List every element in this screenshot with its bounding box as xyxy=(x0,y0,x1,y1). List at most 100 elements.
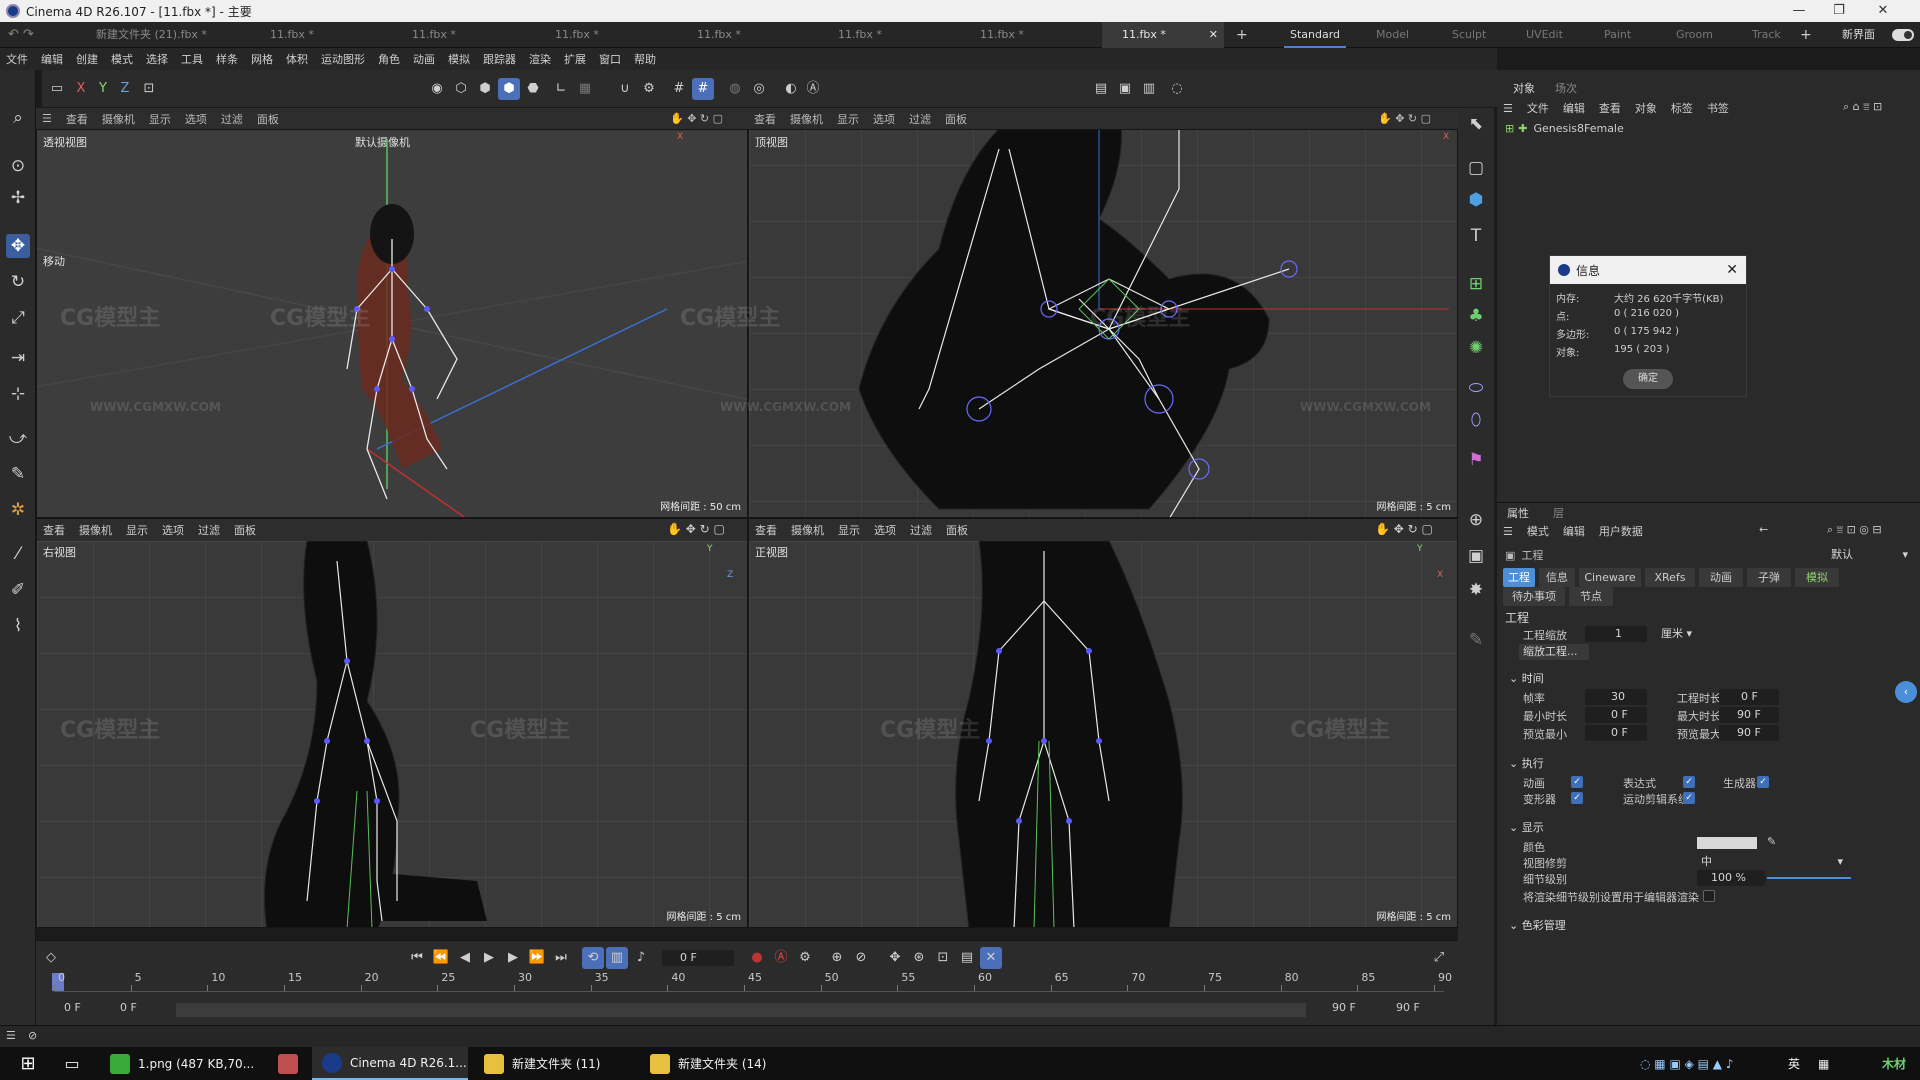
motion-system-checkbox[interactable]: ✓ xyxy=(1683,792,1695,804)
tab-bullet[interactable]: 子弹 xyxy=(1747,568,1791,587)
edges-mode-icon[interactable]: ⬡ xyxy=(450,78,472,100)
section-time[interactable]: ⌄ 时间 xyxy=(1509,670,1544,686)
tab-cineware[interactable]: Cineware xyxy=(1579,568,1641,587)
file-tab[interactable]: 11.fbx * xyxy=(838,22,882,48)
duration-input[interactable]: 0 F xyxy=(1719,689,1779,705)
options-menu[interactable]: 选项 xyxy=(162,522,184,538)
menu-icon[interactable]: ☰ xyxy=(42,112,52,125)
expressions-checkbox[interactable]: ✓ xyxy=(1683,776,1695,788)
menu-file[interactable]: 文件 xyxy=(6,51,28,67)
objects-menu-tags[interactable]: 标签 xyxy=(1671,100,1693,116)
view-menu[interactable]: 查看 xyxy=(66,111,88,127)
effector-icon[interactable]: ✺ xyxy=(1464,336,1488,360)
display-menu[interactable]: 显示 xyxy=(149,111,171,127)
menu-character[interactable]: 角色 xyxy=(378,51,400,67)
layout-tab-model[interactable]: Model xyxy=(1376,22,1409,48)
menu-animate[interactable]: 动画 xyxy=(413,51,435,67)
camera-menu[interactable]: 摄像机 xyxy=(79,522,112,538)
key-param-icon[interactable]: ⊡ xyxy=(932,947,954,969)
selection-tool-icon[interactable]: ⊙ xyxy=(6,154,30,178)
attr-menu-edit[interactable]: 编辑 xyxy=(1563,523,1585,539)
tab-info[interactable]: 信息 xyxy=(1539,568,1575,587)
menu-simulate[interactable]: 模拟 xyxy=(448,51,470,67)
menu-help[interactable]: 帮助 xyxy=(634,51,656,67)
options-menu[interactable]: 选项 xyxy=(874,522,896,538)
menu-volume[interactable]: 体积 xyxy=(286,51,308,67)
layout-toggle[interactable] xyxy=(1892,29,1914,41)
menu-tracker[interactable]: 跟踪器 xyxy=(483,51,516,67)
light-icon[interactable]: ✸ xyxy=(1464,578,1488,602)
options-menu[interactable]: 选项 xyxy=(873,111,895,127)
color-swatch[interactable] xyxy=(1697,837,1757,849)
scale-unit-dropdown[interactable]: 厘米 ▾ xyxy=(1657,626,1705,642)
layout-tab-track[interactable]: Track xyxy=(1752,22,1781,48)
minimize-button[interactable]: — xyxy=(1782,0,1816,22)
coordinate-system-icon[interactable]: ⊡ xyxy=(138,78,160,100)
collapse-panel-button[interactable]: ‹ xyxy=(1895,681,1917,703)
object-row[interactable]: ⊞ ✚ Genesis8Female xyxy=(1505,122,1624,135)
project-scale-input[interactable]: 1 xyxy=(1585,626,1647,642)
viewport-nav-icons[interactable]: ✋ ✥ ↻ ▢ xyxy=(1378,112,1431,125)
preview-max-input[interactable]: 90 F xyxy=(1719,725,1779,741)
max-time-input[interactable]: 90 F xyxy=(1719,707,1779,723)
menu-render[interactable]: 渲染 xyxy=(529,51,551,67)
scene-icon[interactable]: ⊕ xyxy=(1464,508,1488,532)
display-menu[interactable]: 显示 xyxy=(838,522,860,538)
layout-tab-groom[interactable]: Groom xyxy=(1676,22,1713,48)
tag-icon[interactable]: ⚑ xyxy=(1464,448,1488,472)
knife-tool-icon[interactable]: ✐ xyxy=(6,578,30,602)
ime-indicator[interactable]: 英 xyxy=(1788,1047,1800,1080)
viewport-perspective[interactable]: 透视视图 默认摄像机 移动 ZXY 网格间距 : 50 cm xyxy=(36,108,748,518)
add-layout-icon[interactable]: + xyxy=(1800,22,1812,48)
generators-checkbox[interactable]: ✓ xyxy=(1757,776,1769,788)
file-tab[interactable]: 11.fbx * xyxy=(555,22,599,48)
filter-menu[interactable]: 过滤 xyxy=(909,111,931,127)
preview-min-input[interactable]: 0 F xyxy=(1585,725,1647,741)
menu-edit[interactable]: 编辑 xyxy=(41,51,63,67)
rotate-tool-icon[interactable]: ↻ xyxy=(6,270,30,294)
range-icon[interactable]: ▥ xyxy=(606,947,628,969)
objects-menu-view[interactable]: 查看 xyxy=(1599,100,1621,116)
undo-icon[interactable]: ↶ ↷ xyxy=(8,22,34,48)
section-display[interactable]: ⌄ 显示 xyxy=(1509,819,1544,835)
range-slider[interactable] xyxy=(176,1003,1306,1017)
animation-checkbox[interactable]: ✓ xyxy=(1571,776,1583,788)
transfer-tool-icon[interactable]: ⇥ xyxy=(6,346,30,370)
objects-menu-edit[interactable]: 编辑 xyxy=(1563,100,1585,116)
maximize-button[interactable]: ❐ xyxy=(1822,0,1856,22)
viewport-top[interactable]: 顶视图 ZX 网格间距 : 5 cm xyxy=(748,108,1458,518)
file-tab[interactable]: 11.fbx * xyxy=(980,22,1024,48)
cube-primitive-icon[interactable]: ▢ xyxy=(1464,156,1488,180)
menu-extensions[interactable]: 扩展 xyxy=(564,51,586,67)
next-frame-icon[interactable]: ▶ xyxy=(502,947,524,969)
prev-key-icon[interactable]: ⏪ xyxy=(430,947,452,969)
options-menu[interactable]: 选项 xyxy=(185,111,207,127)
camera-menu[interactable]: 摄像机 xyxy=(791,522,824,538)
viewport-right[interactable]: 查看 摄像机 显示 选项 过滤 面板 ✋ ✥ ↻ ▢ 右视图 YZ 网格间距 :… xyxy=(36,518,748,928)
layout-tab-paint[interactable]: Paint xyxy=(1604,22,1631,48)
y-axis-button[interactable]: Y xyxy=(92,78,114,100)
section-execute[interactable]: ⌄ 执行 xyxy=(1509,755,1544,771)
panel-menu[interactable]: 面板 xyxy=(234,522,256,538)
objects-menu-bookmarks[interactable]: 书签 xyxy=(1707,100,1729,116)
tab-xrefs[interactable]: XRefs xyxy=(1645,568,1695,587)
keyframe-settings-icon[interactable]: ⚙ xyxy=(794,947,816,969)
camera-icon[interactable]: ▣ xyxy=(1464,544,1488,568)
model-mode-icon[interactable]: ⬢ xyxy=(498,78,520,100)
panel-menu[interactable]: 面板 xyxy=(945,111,967,127)
uv-mode-icon[interactable]: ⬣ xyxy=(522,78,544,100)
file-tab[interactable]: 11.fbx * xyxy=(412,22,456,48)
render-view-icon[interactable]: ▤ xyxy=(1090,78,1112,100)
camera-menu[interactable]: 摄像机 xyxy=(102,111,135,127)
timeline-ruler[interactable]: 0 5 10 15 20 25 30 35 40 45 50 55 60 65 70 75 80 85 90 xyxy=(52,971,1452,992)
tab-animation[interactable]: 动画 xyxy=(1699,568,1743,587)
windows-start-icon[interactable]: ⊞ xyxy=(8,1047,48,1080)
keyframe-icon[interactable]: ◇ xyxy=(40,947,62,969)
field-icon[interactable]: ⬯ xyxy=(1464,408,1488,432)
mode-dropdown[interactable]: 默认 ▾ xyxy=(1827,547,1912,563)
panel-menu[interactable]: 面板 xyxy=(257,111,279,127)
view-menu[interactable]: 查看 xyxy=(754,111,776,127)
display-menu[interactable]: 显示 xyxy=(126,522,148,538)
range-end-field[interactable]: 90 F xyxy=(1332,1001,1356,1014)
current-frame-field[interactable]: 0 F xyxy=(662,950,734,966)
